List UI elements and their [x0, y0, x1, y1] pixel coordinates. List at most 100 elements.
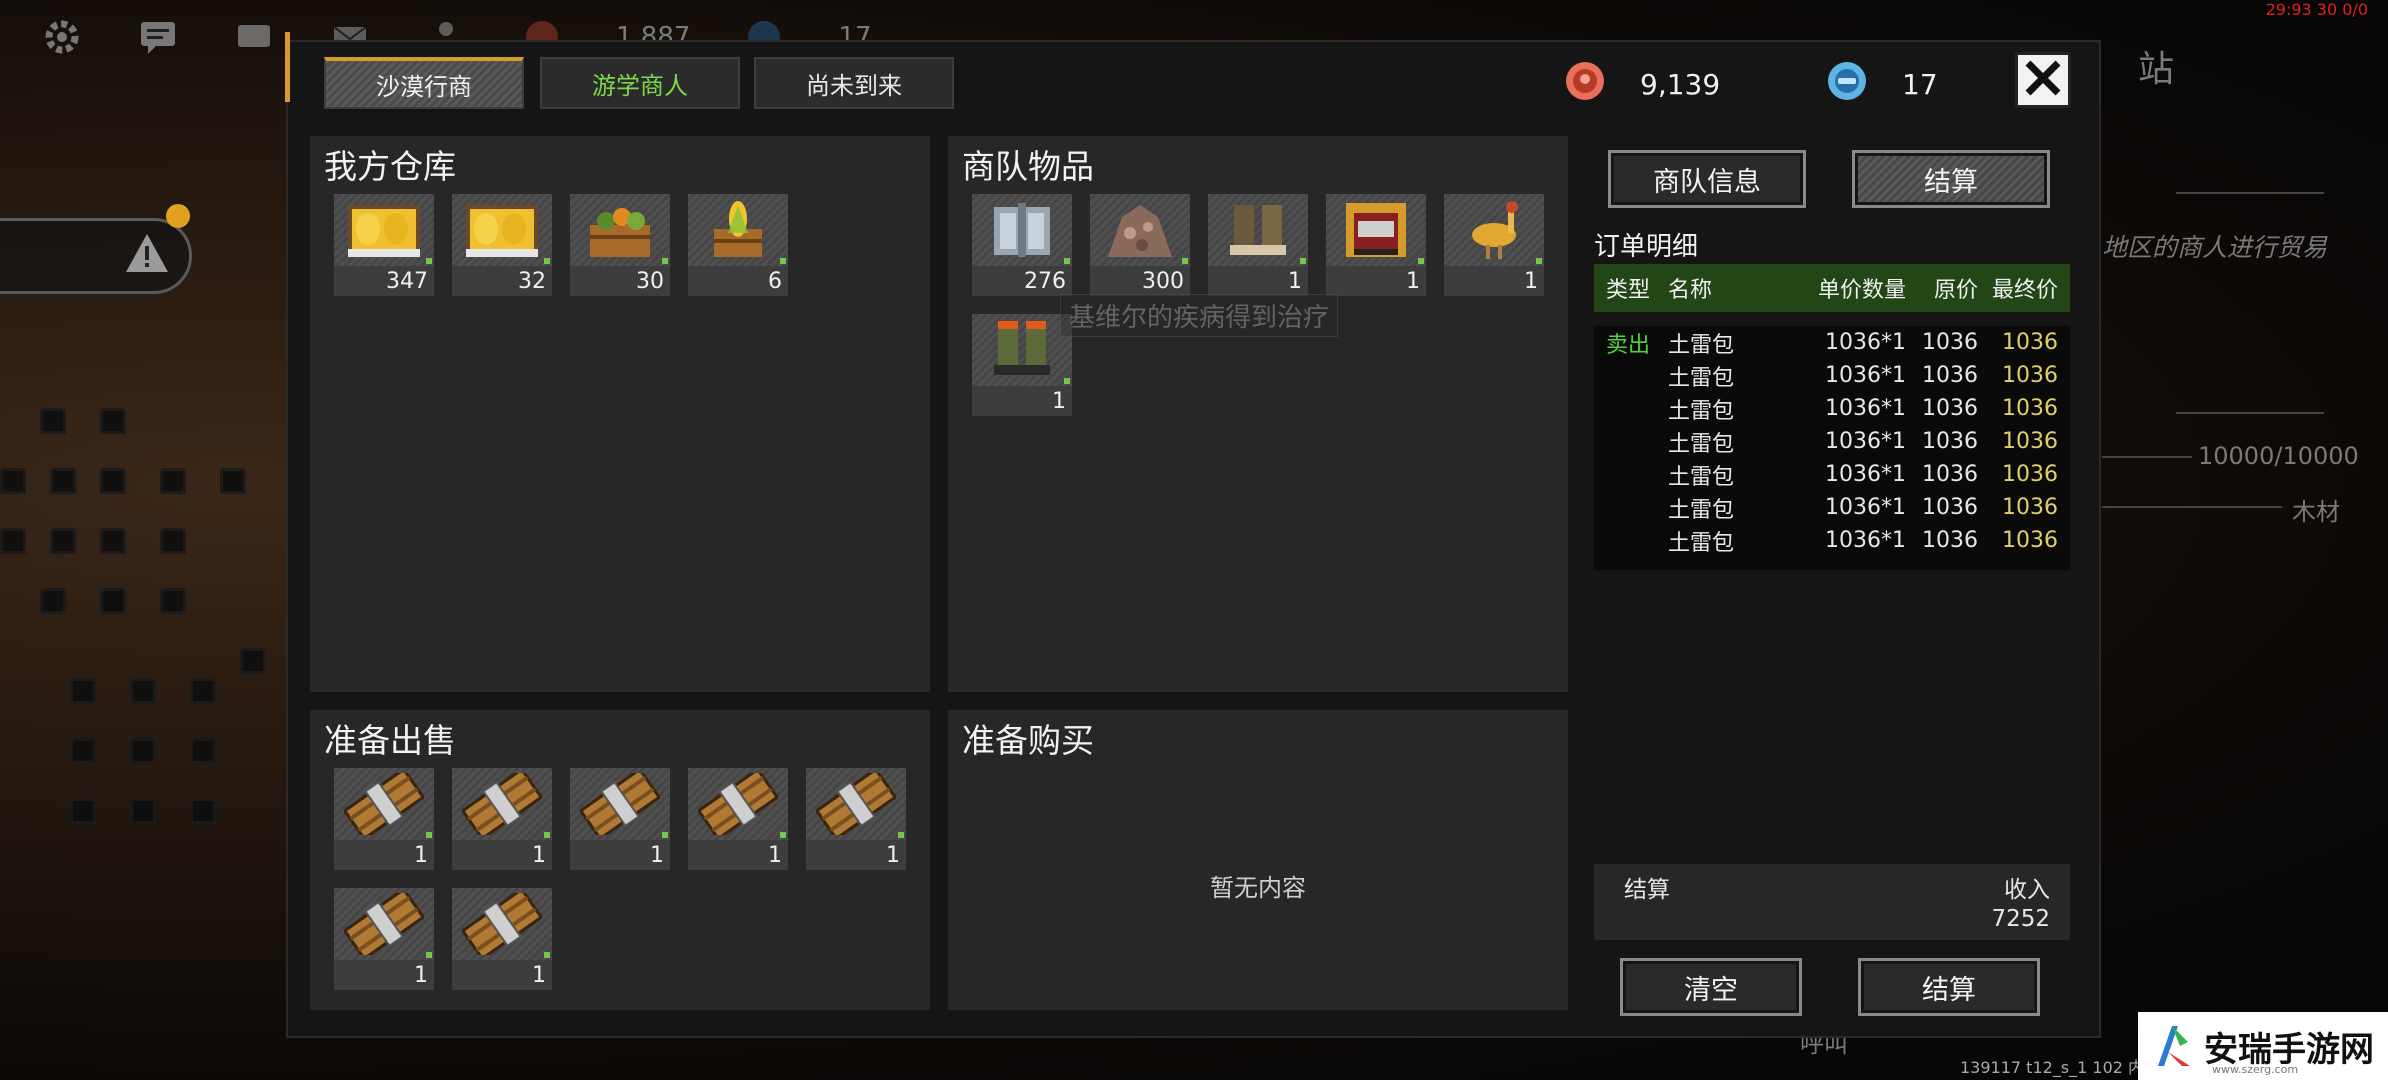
item-slot[interactable]: 1: [334, 888, 434, 990]
ore-pile-icon: [1090, 194, 1190, 266]
item-quantity: 6: [768, 269, 782, 294]
caravan-info-button[interactable]: 商队信息: [1608, 150, 1806, 208]
order-unit-qty: 1036*1: [1825, 396, 1906, 421]
warehouse-title: 我方仓库: [324, 147, 456, 186]
order-row[interactable]: 土雷包 1036*1 1036 1036: [1594, 425, 2070, 458]
bottom-status: 139117 t12_s_1 102 内: [1960, 1058, 2145, 1077]
gear-icon[interactable]: [40, 15, 84, 59]
landmine-pack-icon: [334, 768, 434, 840]
item-quantity: 32: [518, 269, 546, 294]
slot-marker: [1064, 378, 1070, 384]
item-slot[interactable]: 30: [570, 194, 670, 296]
item-slot[interactable]: 1: [972, 314, 1072, 416]
order-orig-price: 1036: [1922, 462, 1978, 487]
item-slot[interactable]: 1: [334, 768, 434, 870]
order-row[interactable]: 土雷包 1036*1 1036 1036: [1594, 458, 2070, 491]
timer-text: 29:93 30 0/0: [2265, 0, 2368, 19]
slot-marker: [780, 832, 786, 838]
building-tile: [40, 588, 66, 614]
order-unit-qty: 1036*1: [1825, 429, 1906, 454]
item-quantity: 1: [414, 963, 428, 988]
building-tile: [220, 468, 246, 494]
order-final-price: 1036: [2002, 396, 2058, 421]
item-quantity: 1: [414, 843, 428, 868]
item-slot[interactable]: 1: [452, 888, 552, 990]
message-icon[interactable]: [232, 15, 276, 59]
building-tile: [130, 798, 156, 824]
order-final-price: 1036: [2002, 330, 2058, 355]
side-description: 地区的商人进行贸易: [2102, 233, 2328, 262]
slot-marker: [1300, 258, 1306, 264]
slot-marker: [426, 258, 432, 264]
slot-marker: [898, 832, 904, 838]
item-slot[interactable]: 32: [452, 194, 552, 296]
order-orig-price: 1036: [1922, 429, 1978, 454]
order-orig-price: 1036: [1922, 528, 1978, 553]
item-slot[interactable]: 6: [688, 194, 788, 296]
buy-panel: 准备购买 暂无内容: [948, 710, 1568, 1010]
landmine-pack-icon: [334, 888, 434, 960]
order-row[interactable]: 卖出 土雷包 1036*1 1036 1036: [1594, 326, 2070, 359]
tab-not-arrived[interactable]: 尚未到来: [754, 57, 954, 109]
order-row[interactable]: 土雷包 1036*1 1036 1036: [1594, 359, 2070, 392]
settle-bottom-button[interactable]: 结算: [1858, 958, 2040, 1016]
item-slot[interactable]: 1: [1326, 194, 1426, 296]
item-quantity: 1: [1406, 269, 1420, 294]
order-row[interactable]: 土雷包 1036*1 1036 1036: [1594, 392, 2070, 425]
order-unit-qty: 1036*1: [1825, 495, 1906, 520]
tab-desert-merchant[interactable]: 沙漠行商: [324, 57, 524, 109]
item-quantity: 1: [532, 963, 546, 988]
steel-plate-icon: [972, 194, 1072, 266]
item-slot[interactable]: 1: [570, 768, 670, 870]
slot-marker: [1064, 258, 1070, 264]
building-tile: [100, 588, 126, 614]
order-unit-qty: 1036*1: [1825, 528, 1906, 553]
close-button[interactable]: [2015, 52, 2071, 108]
col-final-price: 最终价: [1991, 278, 2058, 303]
buy-empty-text: 暂无内容: [1210, 874, 1306, 902]
building-tile: [190, 798, 216, 824]
settle-top-button[interactable]: 结算: [1852, 150, 2050, 208]
order-table-header: 类型 名称 单价数量 原价 最终价: [1594, 264, 2070, 312]
order-row[interactable]: 土雷包 1036*1 1036 1036: [1594, 524, 2070, 557]
caravan-title: 商队物品: [962, 147, 1094, 186]
item-slot[interactable]: 276: [972, 194, 1072, 296]
order-name: 土雷包: [1668, 332, 1735, 358]
item-slot[interactable]: 1: [806, 768, 906, 870]
item-slot[interactable]: 1: [1444, 194, 1544, 296]
building-tile: [50, 528, 76, 554]
landmine-pack-icon: [806, 768, 906, 840]
tab-label: 游学商人: [592, 71, 688, 100]
watermark-url: www.szerg.com: [2212, 1063, 2299, 1076]
warning-icon[interactable]: [124, 232, 170, 278]
trade-window: 沙漠行商 游学商人 尚未到来 9,139 17 我方仓库 347 32 30 6 商队…: [285, 32, 2101, 1038]
building-tile: [0, 528, 26, 554]
tab-wandering-scholar[interactable]: 游学商人: [540, 57, 740, 109]
slot-marker: [1536, 258, 1542, 264]
item-quantity: 30: [636, 269, 664, 294]
order-orig-price: 1036: [1922, 396, 1978, 421]
item-quantity: 1: [1524, 269, 1538, 294]
gem-counter: 17: [1826, 60, 1938, 109]
item-slot[interactable]: 347: [334, 194, 434, 296]
order-name: 土雷包: [1668, 530, 1735, 556]
item-slot[interactable]: 1: [452, 768, 552, 870]
col-orig-price: 原价: [1933, 278, 1978, 303]
item-quantity: 1: [768, 843, 782, 868]
item-quantity: 1: [532, 843, 546, 868]
slot-marker: [426, 832, 432, 838]
item-slot[interactable]: 300: [1090, 194, 1190, 296]
side-divider: [2176, 192, 2324, 194]
slot-marker: [544, 258, 550, 264]
order-final-price: 1036: [2002, 495, 2058, 520]
item-slot[interactable]: 1: [1208, 194, 1308, 296]
order-name: 土雷包: [1668, 365, 1735, 391]
building-tile: [190, 738, 216, 764]
order-unit-qty: 1036*1: [1825, 462, 1906, 487]
building-tile: [190, 678, 216, 704]
item-slot[interactable]: 1: [688, 768, 788, 870]
button-label: 结算: [1924, 166, 1978, 198]
clear-button[interactable]: 清空: [1620, 958, 1802, 1016]
chat-icon[interactable]: [136, 15, 180, 59]
order-row[interactable]: 土雷包 1036*1 1036 1036: [1594, 491, 2070, 524]
